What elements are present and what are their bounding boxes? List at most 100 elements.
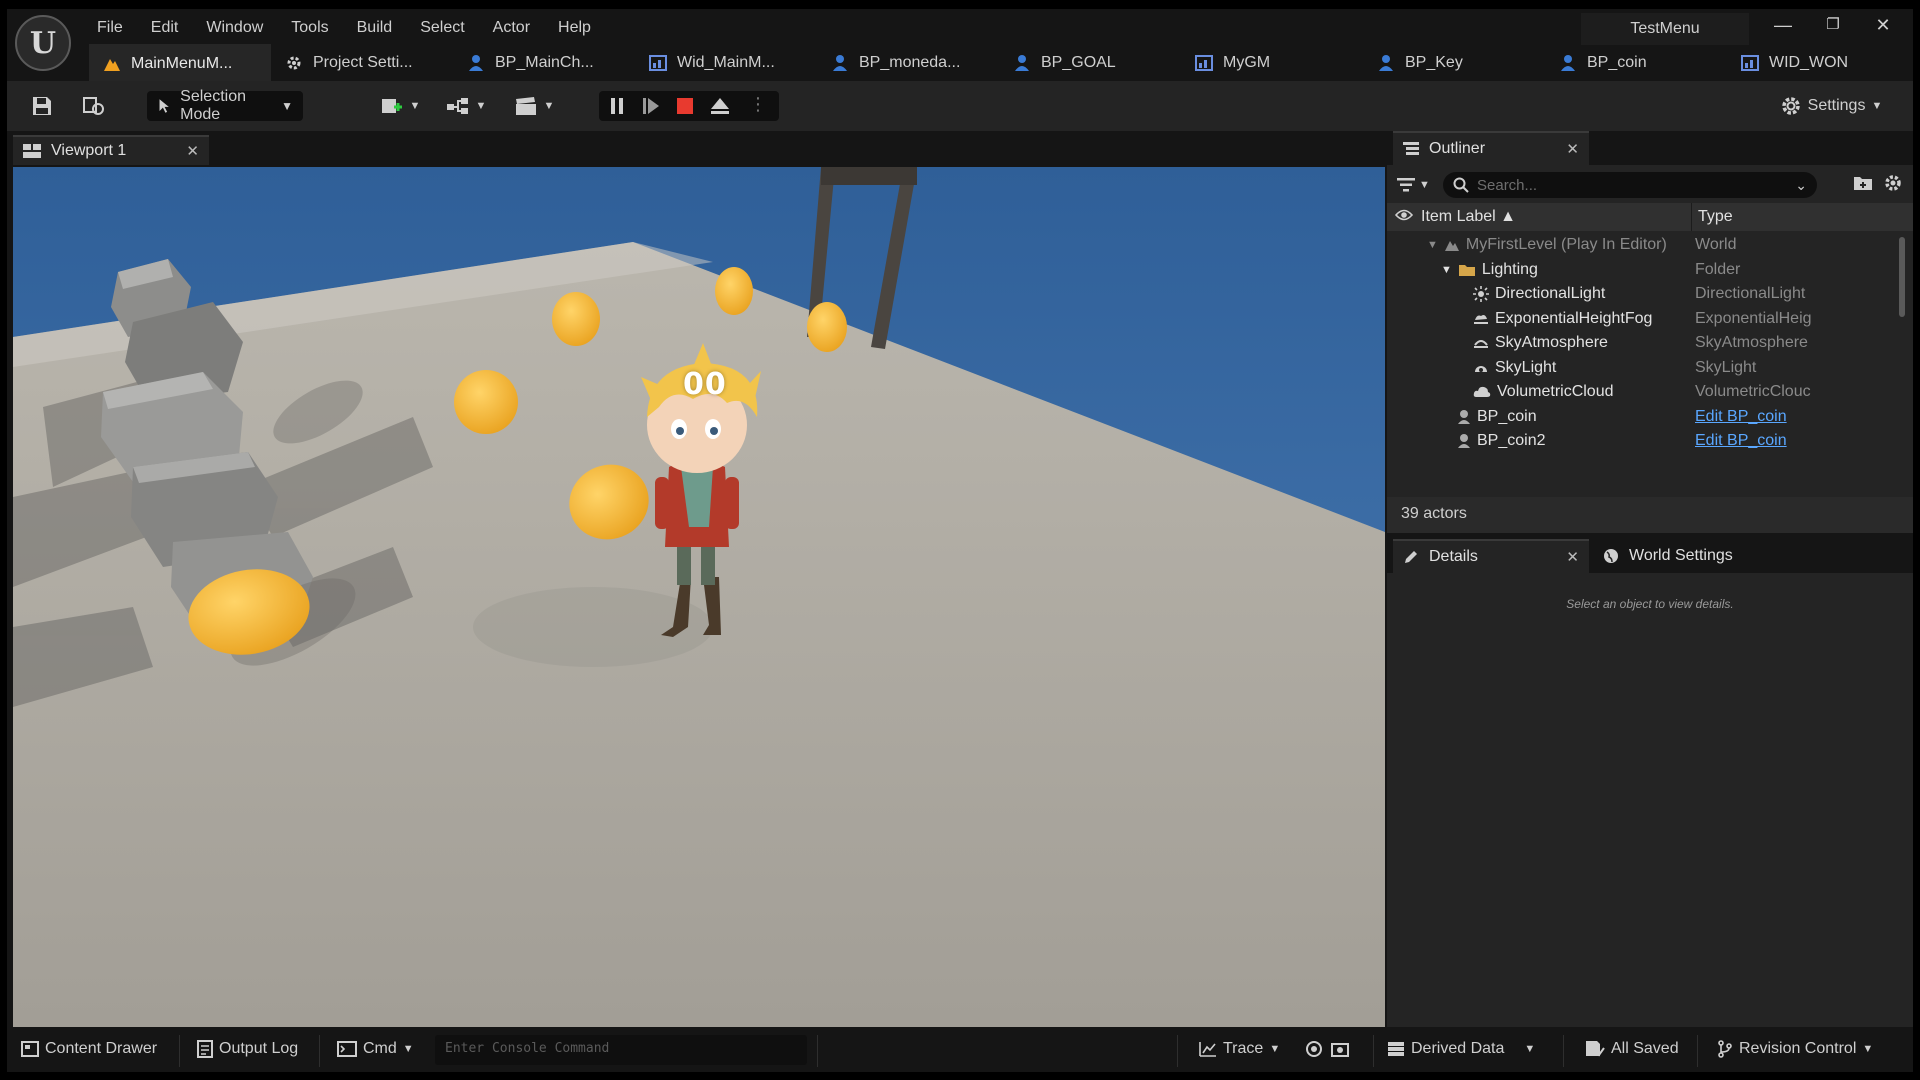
- tree-row[interactable]: ▼ MyFirstLevel (Play In Editor) World: [1387, 233, 1913, 258]
- close-icon[interactable]: ✕: [186, 142, 199, 160]
- outliner-icon: [1403, 142, 1419, 155]
- tab-bp-goal[interactable]: BP_GOAL: [999, 44, 1181, 81]
- visibility-eye-icon[interactable]: [1394, 208, 1414, 227]
- expand-arrow-icon[interactable]: ▼: [1427, 239, 1438, 251]
- game-scene[interactable]: [13, 167, 1385, 1027]
- tree-row[interactable]: DirectionalLight DirectionalLight: [1387, 282, 1913, 307]
- derived-data-icon: [1388, 1042, 1404, 1056]
- tree-row[interactable]: SkyLight SkyLight: [1387, 356, 1913, 381]
- menu-edit[interactable]: Edit: [137, 13, 193, 43]
- restore-icon[interactable]: ❐: [1813, 15, 1853, 33]
- tab-label: MainMenuM...: [131, 54, 233, 72]
- tree-row[interactable]: ExponentialHeightFog ExponentialHeig: [1387, 307, 1913, 332]
- close-window-icon[interactable]: ✕: [1863, 15, 1903, 36]
- revision-control-dropdown[interactable]: Revision Control ▼: [1717, 1040, 1873, 1058]
- tab-label: BP_coin: [1587, 53, 1647, 71]
- record-icon[interactable]: [1305, 1040, 1323, 1058]
- row-label: SkyLight: [1495, 358, 1557, 376]
- terminal-icon: [337, 1041, 357, 1057]
- menu-build[interactable]: Build: [343, 13, 407, 43]
- tab-label: MyGM: [1223, 53, 1271, 71]
- selection-mode-dropdown[interactable]: Selection Mode ▼: [147, 88, 303, 123]
- tab-mygm[interactable]: MyGM: [1181, 44, 1363, 81]
- close-icon[interactable]: ✕: [1566, 140, 1579, 158]
- menu-file[interactable]: File: [83, 13, 137, 43]
- tab-outliner[interactable]: Outliner ✕: [1393, 131, 1589, 165]
- settings-button[interactable]: Settings ▼: [1769, 91, 1893, 121]
- row-label: BP_coin: [1477, 407, 1537, 425]
- tree-row[interactable]: BP_coin2 Edit BP_coin: [1387, 429, 1913, 454]
- edit-blueprint-link[interactable]: Edit BP_coin: [1695, 432, 1825, 450]
- row-label: SkyAtmosphere: [1495, 334, 1608, 352]
- tab-label: BP_moneda...: [859, 53, 961, 71]
- level-icon: [103, 55, 121, 73]
- column-item-label[interactable]: Item Label ▲: [1421, 208, 1516, 226]
- save-icon[interactable]: [27, 91, 57, 121]
- tree-row[interactable]: SkyAtmosphere SkyAtmosphere: [1387, 331, 1913, 356]
- tab-project-settings[interactable]: Project Setti...: [271, 44, 453, 81]
- browse-content-icon[interactable]: [79, 91, 109, 121]
- tab-wid-won[interactable]: WID_WON: [1727, 44, 1857, 81]
- tab-world-settings[interactable]: World Settings: [1593, 539, 1773, 573]
- unreal-editor-window: U File Edit Window Tools Build Select Ac…: [7, 9, 1913, 1072]
- pause-icon[interactable]: [607, 96, 627, 121]
- tab-bp-moneda[interactable]: BP_moneda...: [817, 44, 999, 81]
- tab-mainmenu[interactable]: MainMenuM...: [89, 44, 271, 81]
- menu-window[interactable]: Window: [192, 13, 277, 43]
- eject-icon[interactable]: [709, 96, 731, 121]
- blueprint-menu-button[interactable]: ▼: [443, 91, 489, 121]
- menu-help[interactable]: Help: [544, 13, 605, 43]
- tab-bp-coin[interactable]: BP_coin: [1545, 44, 1727, 81]
- menu-tools[interactable]: Tools: [277, 13, 342, 43]
- row-type: SkyAtmosphere: [1695, 334, 1808, 352]
- trace-dropdown[interactable]: Trace ▼: [1199, 1040, 1280, 1058]
- tab-wid-mainm[interactable]: Wid_MainM...: [635, 44, 817, 81]
- cinematics-button[interactable]: ▼: [511, 91, 557, 121]
- edit-blueprint-link[interactable]: Edit BP_coin: [1695, 408, 1825, 426]
- derived-data-dropdown[interactable]: Derived Data ▼: [1387, 1040, 1535, 1058]
- globe-icon: [1604, 549, 1618, 563]
- menu-actor[interactable]: Actor: [479, 13, 544, 43]
- skylight-icon: [1475, 365, 1487, 372]
- project-name: TestMenu: [1581, 13, 1749, 45]
- filter-button[interactable]: ▼: [1397, 174, 1437, 196]
- stop-icon[interactable]: [675, 96, 695, 121]
- minimize-icon[interactable]: —: [1763, 15, 1803, 36]
- tree-row[interactable]: ▼ Lighting Folder: [1387, 258, 1913, 283]
- widget-icon: [1741, 54, 1759, 72]
- game-viewport[interactable]: 00: [13, 167, 1385, 1027]
- output-log-label: Output Log: [219, 1040, 299, 1057]
- tab-viewport[interactable]: Viewport 1 ✕: [13, 135, 209, 165]
- tab-bp-key[interactable]: BP_Key: [1363, 44, 1545, 81]
- folder-icon: [1458, 264, 1475, 276]
- more-options-icon[interactable]: ⋮: [749, 94, 767, 115]
- gear-icon[interactable]: [1883, 173, 1903, 198]
- step-frame-icon[interactable]: [641, 96, 661, 121]
- chevron-down-icon[interactable]: ⌄: [1795, 177, 1807, 194]
- screenshot-icon[interactable]: [1331, 1040, 1349, 1058]
- blueprint-icon: [1013, 54, 1031, 72]
- outliner-scrollbar[interactable]: [1899, 237, 1905, 317]
- blueprint-icon: [1559, 54, 1577, 72]
- column-type[interactable]: Type: [1691, 203, 1733, 231]
- close-icon[interactable]: ✕: [1566, 548, 1579, 566]
- coin-counter: 00: [683, 367, 727, 402]
- all-saved-button[interactable]: All Saved: [1585, 1040, 1679, 1058]
- cmd-dropdown[interactable]: Cmd ▼: [337, 1040, 414, 1058]
- blueprint-graph-icon: [446, 98, 468, 114]
- expand-arrow-icon[interactable]: ▼: [1441, 264, 1452, 276]
- content-drawer-button[interactable]: Content Drawer: [21, 1040, 157, 1058]
- unreal-logo-icon[interactable]: U: [15, 15, 71, 71]
- tree-row[interactable]: VolumetricCloud VolumetricClouc: [1387, 380, 1913, 405]
- menu-select[interactable]: Select: [406, 13, 478, 43]
- add-actor-button[interactable]: ▼: [377, 91, 423, 121]
- coin: [715, 267, 753, 315]
- output-log-button[interactable]: Output Log: [197, 1040, 298, 1058]
- console-command-input[interactable]: Enter Console Command: [435, 1035, 807, 1065]
- tab-details[interactable]: Details ✕: [1393, 539, 1589, 573]
- tab-label: Wid_MainM...: [677, 53, 775, 71]
- tree-row[interactable]: BP_coin Edit BP_coin: [1387, 405, 1913, 430]
- outliner-search-input[interactable]: Search... ⌄: [1443, 172, 1817, 198]
- tab-bp-mainch[interactable]: BP_MainCh...: [453, 44, 635, 81]
- add-folder-icon[interactable]: [1853, 174, 1873, 197]
